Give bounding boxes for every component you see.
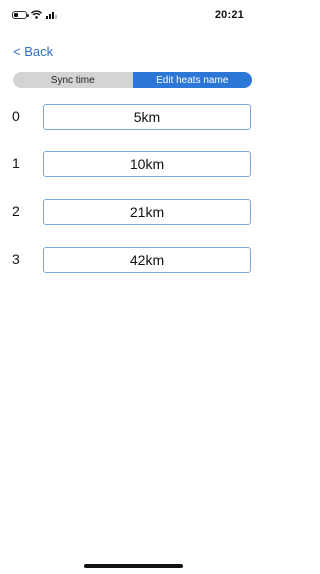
wifi-icon xyxy=(31,10,42,19)
battery-icon xyxy=(12,10,29,19)
heat-name-input[interactable] xyxy=(43,104,251,130)
heat-row: 1 xyxy=(0,151,265,177)
segmented-control: Sync time Edit heats name xyxy=(13,72,252,88)
heat-name-input[interactable] xyxy=(43,247,251,273)
segment-edit-heats-name[interactable]: Edit heats name xyxy=(132,72,252,88)
heat-index: 2 xyxy=(12,203,20,219)
heat-row: 2 xyxy=(0,199,265,225)
heat-name-input[interactable] xyxy=(43,151,251,177)
back-button[interactable]: < Back xyxy=(13,44,53,59)
home-indicator[interactable] xyxy=(84,564,183,568)
status-time: 20:21 xyxy=(214,9,244,21)
heat-index: 3 xyxy=(12,251,20,267)
status-bar: 20:21 xyxy=(0,0,265,34)
heat-index: 0 xyxy=(12,108,20,124)
segment-sync-time[interactable]: Sync time xyxy=(13,72,133,88)
status-icons xyxy=(12,10,58,19)
heat-index: 1 xyxy=(12,155,20,171)
heat-row: 0 xyxy=(0,104,265,130)
heat-name-input[interactable] xyxy=(43,199,251,225)
heat-row: 3 xyxy=(0,247,265,273)
cellular-signal-icon xyxy=(46,10,58,19)
